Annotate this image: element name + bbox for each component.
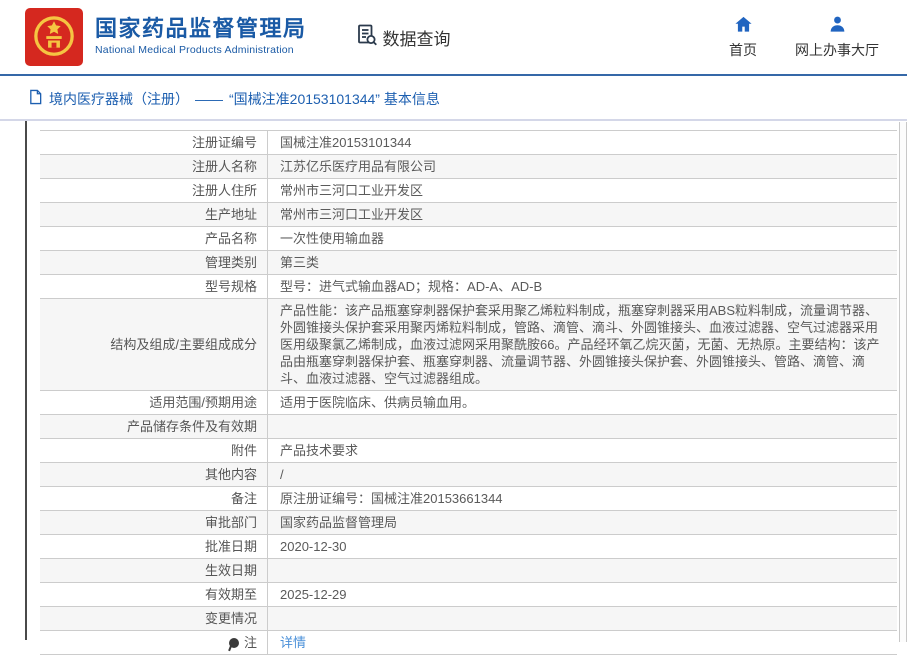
row-label: 型号规格 (40, 275, 268, 298)
nav-service-hall[interactable]: 网上办事大厅 (795, 15, 879, 60)
person-icon (828, 15, 847, 37)
row-label: 结构及组成/主要组成成分 (40, 299, 268, 390)
row-label: 注册证编号 (40, 131, 268, 154)
nav-home[interactable]: 首页 (729, 15, 757, 60)
row-value: 一次性使用输血器 (280, 231, 385, 246)
row-label: 有效期至 (40, 583, 268, 606)
row-value: 国家药品监督管理局 (280, 515, 398, 530)
data-query-label: 数据查询 (382, 29, 451, 49)
table-row: 生效日期 (40, 558, 897, 582)
site-title: 国家药品监督管理局 National Medical Products Admi… (95, 18, 307, 56)
table-row: 注册人住所 常州市三河口工业开发区 (40, 178, 897, 202)
tip-icon (228, 637, 239, 648)
info-table: 注册证编号 国械注准20153101344 注册人名称 江苏亿乐医疗用品有限公司… (40, 130, 897, 655)
row-label: 管理类别 (40, 251, 268, 274)
table-row: 其他内容 / (40, 462, 897, 486)
row-value: 详情 (268, 631, 897, 654)
row-value: 常州市三河口工业开发区 (280, 207, 424, 222)
detail-link[interactable]: 详情 (280, 634, 306, 651)
table-row: 产品名称 一次性使用输血器 (40, 226, 897, 250)
content-area: 注册证编号 国械注准20153101344 注册人名称 江苏亿乐医疗用品有限公司… (25, 121, 907, 655)
row-value (268, 415, 897, 438)
row-label: 批准日期 (40, 535, 268, 558)
nmpa-logo[interactable] (25, 8, 83, 66)
top-nav: 首页 网上办事大厅 (729, 15, 879, 60)
row-label: 备注 (40, 487, 268, 510)
breadcrumb-section[interactable]: 境内医疗器械（注册） (49, 89, 189, 109)
table-row: 有效期至 2025-12-29 (40, 582, 897, 606)
table-row: 审批部门 国家药品监督管理局 (40, 510, 897, 534)
row-label: 产品名称 (40, 227, 268, 250)
row-label: 产品储存条件及有效期 (40, 415, 268, 438)
table-row: 变更情况 (40, 606, 897, 630)
row-value: 国械注准20153101344 (280, 135, 412, 150)
site-header: 国家药品监督管理局 National Medical Products Admi… (0, 0, 907, 76)
row-value: 2025-12-29 (280, 587, 347, 602)
row-label: 附件 (40, 439, 268, 462)
row-label: 生效日期 (40, 559, 268, 582)
vertical-scrollbar[interactable] (899, 122, 907, 642)
table-row: 注 详情 (40, 630, 897, 655)
document-icon (28, 89, 43, 108)
nav-home-label: 首页 (729, 41, 757, 58)
org-name-zh: 国家药品监督管理局 (95, 16, 307, 42)
row-value: 第三类 (280, 255, 320, 270)
row-label: 注册人住所 (40, 179, 268, 202)
row-label: 其他内容 (40, 463, 268, 486)
nav-data-query[interactable]: 数据查询 (355, 23, 451, 52)
row-value: 原注册证编号：国械注准20153661344 (280, 491, 503, 506)
national-emblem-icon (32, 13, 76, 62)
nav-service-hall-label: 网上办事大厅 (795, 41, 879, 58)
data-query-icon (355, 23, 379, 52)
table-row: 批准日期 2020-12-30 (40, 534, 897, 558)
row-value (268, 559, 897, 582)
row-value: 常州市三河口工业开发区 (280, 183, 424, 198)
table-row: 管理类别 第三类 (40, 250, 897, 274)
row-value: 产品性能：该产品瓶塞穿刺器保护套采用聚乙烯粒料制成，瓶塞穿刺器采用ABS粒料制成… (280, 303, 880, 386)
row-label: 注 (40, 631, 268, 654)
row-value: 2020-12-30 (280, 539, 347, 554)
breadcrumb-separator: —— (195, 90, 223, 107)
row-value: 江苏亿乐医疗用品有限公司 (280, 159, 437, 174)
table-row: 适用范围/预期用途 适用于医院临床、供病员输血用。 (40, 390, 897, 414)
table-row: 注册人名称 江苏亿乐医疗用品有限公司 (40, 154, 897, 178)
row-value (268, 607, 897, 630)
table-row: 产品储存条件及有效期 (40, 414, 897, 438)
row-value: 适用于医院临床、供病员输血用。 (280, 395, 476, 410)
table-row: 型号规格 型号：进气式输血器AD；规格：AD-A、AD-B (40, 274, 897, 298)
table-row: 附件 产品技术要求 (40, 438, 897, 462)
row-label: 生产地址 (40, 203, 268, 226)
row-value: 型号：进气式输血器AD；规格：AD-A、AD-B (280, 279, 543, 294)
row-label: 适用范围/预期用途 (40, 391, 268, 414)
row-label: 注册人名称 (40, 155, 268, 178)
org-name-en: National Medical Products Administration (95, 44, 294, 57)
table-row: 结构及组成/主要组成成分 产品性能：该产品瓶塞穿刺器保护套采用聚乙烯粒料制成，瓶… (40, 298, 897, 390)
home-icon (734, 15, 753, 37)
breadcrumb: 境内医疗器械（注册） —— “国械注准20153101344” 基本信息 (0, 76, 907, 121)
row-value: / (280, 467, 284, 482)
table-row: 备注 原注册证编号：国械注准20153661344 (40, 486, 897, 510)
table-row: 生产地址 常州市三河口工业开发区 (40, 202, 897, 226)
breadcrumb-current: “国械注准20153101344” 基本信息 (229, 90, 440, 107)
row-label: 审批部门 (40, 511, 268, 534)
row-value: 产品技术要求 (280, 443, 359, 458)
row-label: 变更情况 (40, 607, 268, 630)
table-row: 注册证编号 国械注准20153101344 (40, 130, 897, 154)
